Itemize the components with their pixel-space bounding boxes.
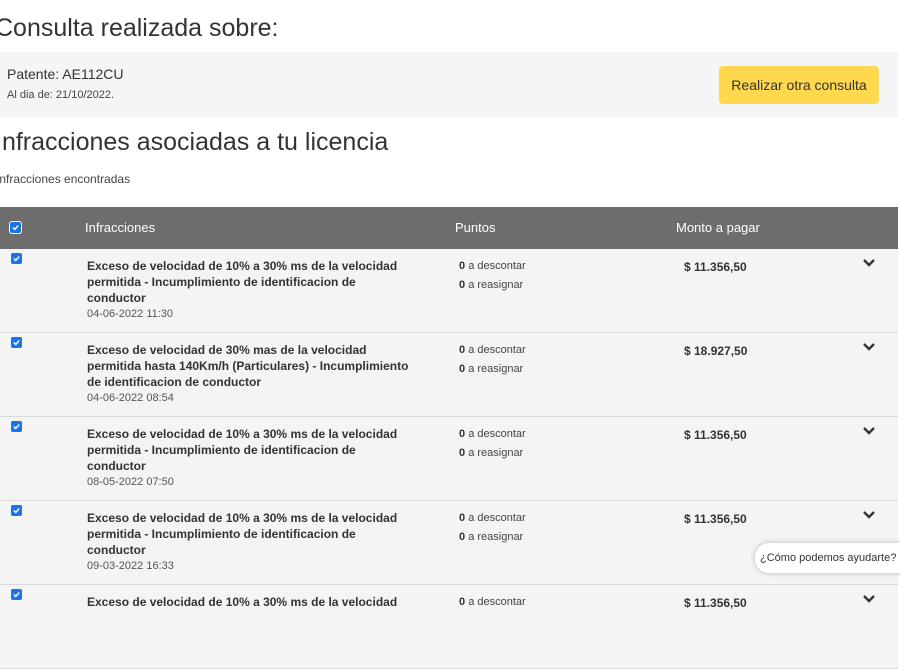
- column-header-amount: Monto a pagar: [676, 220, 760, 235]
- chevron-down-icon[interactable]: [862, 593, 876, 605]
- points-reassign-value: 0: [459, 279, 466, 291]
- new-query-button[interactable]: Realizar otra consulta: [719, 66, 879, 104]
- amount-to-pay: $ 11.356,50: [684, 428, 747, 442]
- points-deduct-label: a descontar: [468, 512, 526, 524]
- chevron-down-icon[interactable]: [862, 425, 876, 437]
- as-of-date: Al dia de: 21/10/2022.: [7, 89, 115, 101]
- row-checkbox[interactable]: [11, 337, 22, 348]
- checkbox-checked-icon: [13, 592, 20, 598]
- row-checkbox[interactable]: [11, 505, 22, 516]
- points-reassign: 0 a reasignar: [459, 531, 523, 543]
- points-deduct: 0 a descontar: [459, 596, 526, 608]
- page-title: Consulta realizada sobre:: [0, 14, 279, 42]
- points-deduct: 0 a descontar: [459, 428, 526, 440]
- points-deduct-value: 0: [459, 512, 466, 524]
- table-row[interactable]: Exceso de velocidad de 10% a 30% ms de l…: [0, 249, 898, 333]
- select-all-checkbox[interactable]: [9, 221, 22, 234]
- checkbox-checked-icon: [13, 508, 20, 514]
- infraction-date: 09-03-2022 16:33: [87, 560, 174, 572]
- chevron-down-icon[interactable]: [862, 509, 876, 521]
- points-reassign-label: a reasignar: [468, 531, 524, 543]
- chevron-down-icon[interactable]: [862, 257, 876, 269]
- amount-to-pay: $ 18.927,50: [684, 344, 748, 358]
- plate-number: Patente: AE112CU: [7, 66, 124, 82]
- row-checkbox[interactable]: [11, 589, 22, 600]
- infraction-date: 04-06-2022 08:54: [87, 392, 174, 404]
- table-row[interactable]: Exceso de velocidad de 10% a 30% ms de l…: [0, 417, 898, 501]
- points-reassign: 0 a reasignar: [459, 447, 523, 459]
- column-header-infractions: Infracciones: [85, 220, 156, 235]
- points-reassign-value: 0: [459, 531, 466, 543]
- infraction-title: Exceso de velocidad de 10% a 30% ms de l…: [87, 511, 398, 557]
- infraction-title: Exceso de velocidad de 10% a 30% ms de l…: [87, 427, 398, 473]
- points-deduct-label: a descontar: [468, 344, 526, 356]
- points-deduct-label: a descontar: [468, 260, 526, 272]
- column-header-points: Puntos: [455, 220, 496, 235]
- points-deduct-value: 0: [459, 344, 466, 356]
- checkbox-checked-icon: [13, 340, 20, 346]
- points-deduct-value: 0: [459, 260, 466, 272]
- points-reassign-label: a reasignar: [468, 447, 524, 459]
- points-deduct-value: 0: [459, 596, 466, 608]
- amount-to-pay: $ 11.356,50: [684, 512, 747, 526]
- points-reassign: 0 a reasignar: [459, 279, 523, 291]
- help-chat-bubble[interactable]: ¿Cómo podemos ayudarte?: [755, 543, 900, 573]
- points-reassign: 0 a reasignar: [459, 363, 523, 375]
- query-summary: Patente: AE112CU Al dia de: 21/10/2022. …: [0, 52, 898, 118]
- infraction-date: 04-06-2022 11:30: [87, 308, 174, 320]
- points-deduct-label: a descontar: [468, 596, 526, 608]
- checkbox-checked-icon: [12, 225, 19, 231]
- table-row[interactable]: Exceso de velocidad de 30% mas de la vel…: [0, 333, 898, 417]
- points-deduct-label: a descontar: [468, 428, 526, 440]
- infraction-date: 08-05-2022 07:50: [87, 476, 174, 488]
- points-reassign-value: 0: [459, 447, 466, 459]
- table-header: Infracciones Puntos Monto a pagar: [0, 207, 898, 249]
- amount-to-pay: $ 11.356,50: [684, 596, 747, 610]
- table-row[interactable]: Exceso de velocidad de 10% a 30% ms de l…: [0, 585, 898, 669]
- row-checkbox[interactable]: [11, 253, 22, 264]
- points-deduct-value: 0: [459, 428, 466, 440]
- section-title: Infracciones asociadas a tu licencia: [0, 128, 389, 156]
- amount-to-pay: $ 11.356,50: [684, 260, 747, 274]
- found-count-text: Infracciones encontradas: [0, 172, 131, 186]
- infraction-title: Exceso de velocidad de 10% a 30% ms de l…: [87, 259, 398, 305]
- infraction-title: Exceso de velocidad de 30% mas de la vel…: [87, 343, 409, 389]
- points-deduct: 0 a descontar: [459, 512, 526, 524]
- infraction-title: Exceso de velocidad de 10% a 30% ms de l…: [87, 595, 398, 609]
- chevron-down-icon[interactable]: [862, 341, 876, 353]
- points-reassign-label: a reasignar: [468, 363, 524, 375]
- points-deduct: 0 a descontar: [459, 344, 526, 356]
- checkbox-checked-icon: [13, 256, 20, 262]
- points-deduct: 0 a descontar: [459, 260, 526, 272]
- checkbox-checked-icon: [13, 424, 20, 430]
- row-checkbox[interactable]: [11, 421, 22, 432]
- points-reassign-value: 0: [459, 363, 466, 375]
- points-reassign-label: a reasignar: [468, 279, 524, 291]
